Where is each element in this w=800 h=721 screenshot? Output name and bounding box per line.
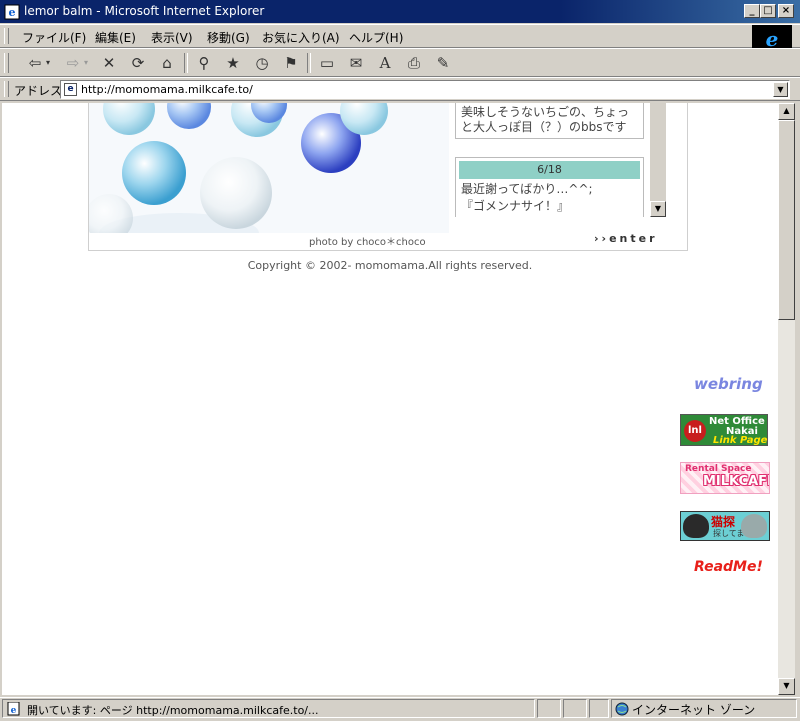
marbles-photo — [89, 103, 449, 233]
ie-page-icon: e — [4, 4, 20, 20]
forward-icon[interactable]: ⇨ — [62, 53, 84, 73]
scroll-down-icon[interactable]: ▼ — [650, 201, 666, 217]
scroll-thumb[interactable] — [778, 120, 795, 320]
globe-icon — [615, 702, 629, 716]
milkcafe-banner[interactable]: Rental Space MILKCAFE — [680, 462, 770, 494]
news-item: 6/18 最近謝ってばかり…^^; 『ゴメンナサイ！』 — [455, 157, 644, 217]
maximize-button[interactable]: □ — [760, 4, 776, 18]
page-content: 美味しそうないちごの、ちょっと大人っぽ目（？）のbbsです 6/18 最近謝って… — [2, 103, 778, 695]
status-main-cell: e 開いています: ページ http://momomama.milkcafe.t… — [2, 699, 535, 718]
copyright: Copyright © 2002- momomama.All rights re… — [247, 259, 533, 272]
page-loading-icon: e — [7, 702, 20, 716]
menu-grip — [4, 28, 9, 44]
close-button[interactable]: × — [778, 4, 794, 18]
channels-icon[interactable]: ⚑ — [280, 53, 302, 73]
toolbar: ⇦ ▾ ⇨ ▾ ✕ ⟳ ⌂ ⚲ ★ ◷ ⚑ ▭ ✉ A ⎙ ✎ — [0, 48, 800, 77]
enter-link[interactable]: ››enter — [594, 232, 658, 245]
stop-icon[interactable]: ✕ — [98, 53, 120, 73]
news-item: 美味しそうないちごの、ちょっと大人っぽ目（？）のbbsです — [455, 103, 644, 139]
vertical-scrollbar[interactable]: ▲ ▼ — [778, 103, 795, 695]
svg-text:e: e — [11, 706, 17, 716]
news-date: 6/18 — [459, 161, 640, 179]
menu-view[interactable]: 表示(V) — [151, 29, 193, 46]
toolbar-separator — [307, 53, 311, 73]
scroll-up-icon[interactable]: ▲ — [778, 103, 795, 120]
svg-text:e: e — [9, 6, 16, 19]
news-scrollbar[interactable]: ▼ — [650, 103, 666, 217]
banner-text: Link Page — [713, 435, 768, 446]
news-panel: 美味しそうないちごの、ちょっと大人っぽ目（？）のbbsです 6/18 最近謝って… — [455, 103, 669, 217]
scroll-down-icon[interactable]: ▼ — [778, 678, 795, 695]
neko-search-banner[interactable]: 猫探 探してます — [680, 511, 770, 541]
print-icon[interactable]: ⎙ — [403, 53, 425, 73]
search-icon[interactable]: ⚲ — [193, 53, 215, 73]
address-label: アドレス — [14, 84, 63, 98]
banner-text: Rental Space — [685, 464, 752, 474]
forward-dropdown-icon[interactable]: ▾ — [82, 53, 90, 73]
menu-file[interactable]: ファイル(F) — [22, 29, 86, 46]
news-scroll-thumb[interactable] — [650, 103, 666, 201]
history-icon[interactable]: ◷ — [251, 53, 273, 73]
address-grip — [4, 81, 9, 97]
status-cell — [537, 699, 561, 718]
status-bar: e 開いています: ページ http://momomama.milkcafe.t… — [0, 697, 800, 721]
favorites-icon[interactable]: ★ — [222, 53, 244, 73]
news-text: 『ゴメンナサイ！』 — [461, 199, 570, 213]
toolbar-separator — [184, 53, 188, 73]
address-url[interactable]: http://momomama.milkcafe.to/ — [81, 83, 253, 96]
font-size-icon[interactable]: A — [374, 53, 396, 73]
menu-favorites[interactable]: お気に入り(A) — [262, 29, 340, 46]
address-input[interactable]: e http://momomama.milkcafe.to/ ▼ — [60, 80, 790, 99]
cat-icon — [683, 514, 709, 538]
ie-brand-logo: e — [752, 25, 792, 51]
news-text: 美味しそうないちごの、ちょっと大人っぽ目（？）のbbsです — [461, 105, 630, 134]
security-zone: インターネット ゾーン — [632, 703, 756, 717]
cat-icon — [741, 514, 767, 538]
page-icon: e — [64, 83, 77, 96]
webring-banner[interactable]: webring — [694, 375, 764, 395]
menu-help[interactable]: ヘルプ(H) — [349, 29, 403, 46]
menu-edit[interactable]: 編集(E) — [95, 29, 136, 46]
banner-text: MILKCAFE — [703, 474, 770, 489]
title-bar: e lemor balm - Microsoft Internet Explor… — [0, 0, 800, 23]
minimize-button[interactable]: _ — [744, 4, 760, 18]
news-text: 最近謝ってばかり…^^; — [461, 182, 593, 196]
toolbar-grip — [4, 53, 9, 73]
refresh-icon[interactable]: ⟳ — [127, 53, 149, 73]
readme-banner[interactable]: ReadMe! — [694, 559, 770, 577]
back-dropdown-icon[interactable]: ▾ — [44, 53, 52, 73]
home-icon[interactable]: ⌂ — [156, 53, 178, 73]
address-bar: アドレス e http://momomama.milkcafe.to/ ▼ — [0, 77, 800, 101]
net-office-logo: lnl — [684, 420, 706, 442]
menu-bar: ファイル(F) 編集(E) 表示(V) 移動(G) お気に入り(A) ヘルプ(H… — [0, 24, 800, 48]
edit-icon[interactable]: ✎ — [432, 53, 454, 73]
status-cell — [563, 699, 587, 718]
photo-credit: photo by choco＊choco — [309, 237, 426, 248]
top-frame: 美味しそうないちごの、ちょっと大人っぽ目（？）のbbsです 6/18 最近謝って… — [88, 103, 688, 251]
back-icon[interactable]: ⇦ — [24, 53, 46, 73]
fullscreen-icon[interactable]: ▭ — [316, 53, 338, 73]
menu-go[interactable]: 移動(G) — [207, 29, 250, 46]
status-cell — [589, 699, 609, 718]
net-office-banner[interactable]: lnl Net Office Nakai Link Page — [680, 414, 768, 446]
mail-icon[interactable]: ✉ — [345, 53, 367, 73]
window-title: lemor balm - Microsoft Internet Explorer — [24, 4, 265, 18]
status-text: 開いています: ページ http://momomama.milkcafe.to/… — [27, 704, 319, 717]
address-dropdown-icon[interactable]: ▼ — [773, 82, 788, 97]
